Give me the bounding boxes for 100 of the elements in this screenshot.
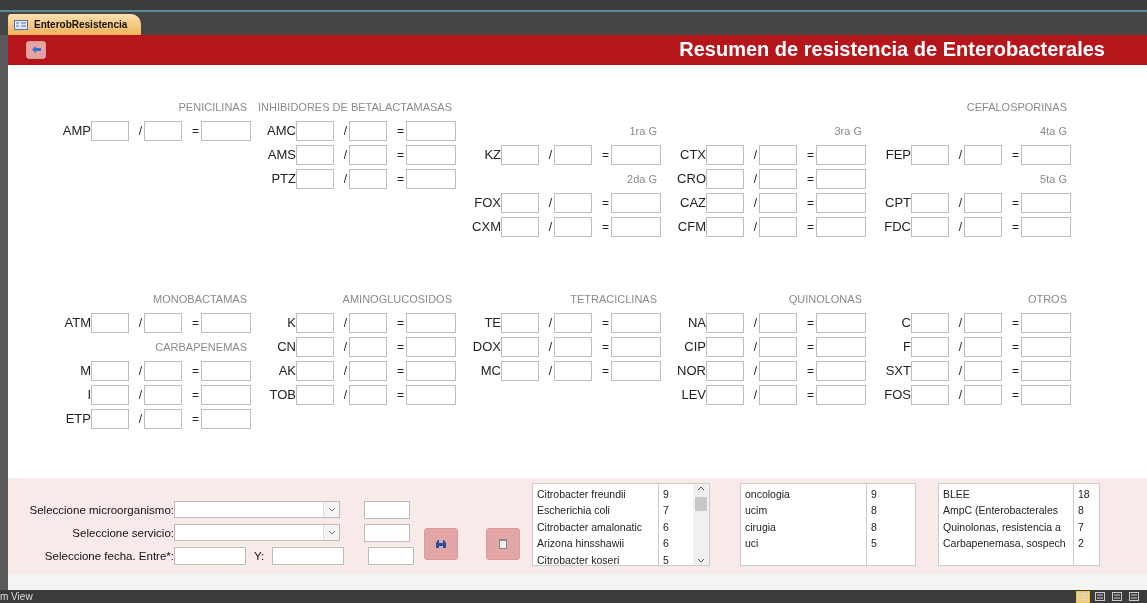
combo-box[interactable]	[174, 524, 340, 542]
list-item[interactable]: Citrobacter amalonatic	[537, 518, 658, 536]
input-field[interactable]	[1021, 336, 1071, 357]
input-field[interactable]	[406, 120, 456, 141]
input-field[interactable]	[349, 168, 388, 189]
input-field[interactable]	[201, 384, 251, 405]
input-field[interactable]	[91, 408, 129, 429]
input-field[interactable]	[816, 168, 866, 189]
input-field[interactable]	[759, 336, 798, 357]
input-field[interactable]	[501, 360, 539, 381]
list-item[interactable]: ucim	[745, 502, 866, 519]
input-field[interactable]	[501, 216, 539, 237]
input-field[interactable]	[349, 312, 388, 333]
input-field[interactable]	[349, 360, 388, 381]
input-field[interactable]	[296, 384, 334, 405]
date-field[interactable]	[174, 546, 246, 565]
input-field[interactable]	[706, 360, 744, 381]
input-field[interactable]	[501, 336, 539, 357]
input-field[interactable]	[706, 312, 744, 333]
input-field[interactable]	[964, 216, 1003, 237]
input-field[interactable]	[144, 408, 183, 429]
input-field[interactable]	[554, 144, 593, 165]
list-item[interactable]: Citrobacter koseri	[537, 551, 658, 565]
input-field[interactable]	[406, 144, 456, 165]
input-field[interactable]	[201, 120, 251, 141]
list-item[interactable]: uci	[745, 535, 866, 552]
input-field[interactable]	[911, 360, 949, 381]
input-field[interactable]	[816, 384, 866, 405]
input-field[interactable]	[296, 360, 334, 381]
list-item[interactable]: Carbapenemasa, sospech	[943, 535, 1073, 552]
input-field[interactable]	[1021, 192, 1071, 213]
input-field[interactable]	[964, 336, 1003, 357]
input-field[interactable]	[91, 312, 129, 333]
input-field[interactable]	[91, 120, 129, 141]
input-field[interactable]	[964, 384, 1003, 405]
input-field[interactable]	[554, 216, 593, 237]
list-box[interactable]: BLEE AmpC (Enterobacterales Quinolonas, resistencia a Carbapenemasa, sospech 18 8 7 2	[938, 482, 1100, 566]
input-field[interactable]	[816, 192, 866, 213]
input-field[interactable]	[349, 384, 388, 405]
input-field[interactable]	[611, 336, 661, 357]
combo-box[interactable]	[174, 501, 340, 519]
input-field[interactable]	[296, 144, 334, 165]
list-item[interactable]: Escherichia coli	[537, 502, 658, 519]
input-field[interactable]	[759, 360, 798, 381]
input-field[interactable]	[501, 192, 539, 213]
list-item[interactable]: BLEE	[943, 485, 1073, 503]
input-field[interactable]	[911, 384, 949, 405]
input-field[interactable]	[406, 312, 456, 333]
input-field[interactable]	[706, 384, 744, 405]
input-field[interactable]	[706, 144, 744, 165]
view-button[interactable]	[1110, 590, 1124, 603]
input-field[interactable]	[911, 144, 949, 165]
input-field[interactable]	[296, 168, 334, 189]
input-field[interactable]	[349, 120, 388, 141]
input-field[interactable]	[706, 336, 744, 357]
input-field[interactable]	[759, 168, 798, 189]
input-field[interactable]	[759, 216, 798, 237]
input-field[interactable]	[144, 360, 183, 381]
back-button[interactable]	[26, 40, 46, 59]
input-field[interactable]	[144, 312, 183, 333]
input-field[interactable]	[554, 312, 593, 333]
scrollbar[interactable]	[693, 483, 709, 565]
input-field[interactable]	[296, 336, 334, 357]
input-field[interactable]	[554, 336, 593, 357]
input-field[interactable]	[611, 144, 661, 165]
chevron-up-icon[interactable]	[697, 485, 705, 491]
input-field[interactable]	[611, 360, 661, 381]
input-field[interactable]	[201, 360, 251, 381]
list-item[interactable]: Arizona hinsshawii	[537, 535, 658, 552]
input-field[interactable]	[816, 216, 866, 237]
list-box[interactable]: Citrobacter freundii Escherichia coli Citrobacter amalonatic Arizona hinsshawii Citrobacter koseri 9 7 6 6 5	[532, 482, 710, 566]
input-field[interactable]	[611, 192, 661, 213]
input-field[interactable]	[406, 384, 456, 405]
list-item[interactable]: Quinolonas, resistencia a	[943, 518, 1073, 536]
input-field[interactable]	[201, 408, 251, 429]
input-field[interactable]	[964, 360, 1003, 381]
list-item[interactable]: AmpC (Enterobacterales	[943, 502, 1073, 519]
input-field[interactable]	[759, 312, 798, 333]
input-field[interactable]	[364, 523, 410, 542]
input-field[interactable]	[91, 384, 129, 405]
input-field[interactable]	[91, 360, 129, 381]
search-button[interactable]	[424, 527, 458, 560]
input-field[interactable]	[706, 192, 744, 213]
input-field[interactable]	[964, 144, 1003, 165]
list-item[interactable]: cirugia	[745, 518, 866, 536]
input-field[interactable]	[816, 336, 866, 357]
input-field[interactable]	[1021, 384, 1071, 405]
input-field[interactable]	[816, 312, 866, 333]
input-field[interactable]	[349, 144, 388, 165]
view-button[interactable]	[1127, 590, 1141, 603]
input-field[interactable]	[144, 120, 183, 141]
input-field[interactable]	[964, 192, 1003, 213]
input-field[interactable]	[911, 312, 949, 333]
input-field[interactable]	[501, 312, 539, 333]
input-field[interactable]	[364, 500, 410, 519]
input-field[interactable]	[349, 336, 388, 357]
input-field[interactable]	[816, 360, 866, 381]
view-button[interactable]	[1076, 590, 1090, 603]
input-field[interactable]	[706, 168, 744, 189]
input-field[interactable]	[406, 168, 456, 189]
